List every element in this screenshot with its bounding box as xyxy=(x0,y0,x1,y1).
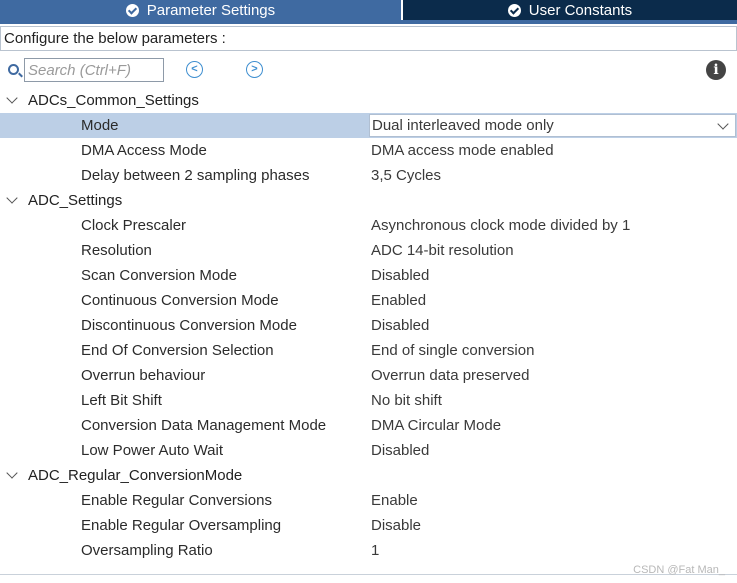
group-adcs-common-settings[interactable]: ADCs_Common_Settings xyxy=(0,88,737,113)
tab-label: User Constants xyxy=(528,1,633,19)
param-value: Disabled xyxy=(371,267,430,284)
param-row-oversampling-ratio[interactable]: Oversampling Ratio 1 xyxy=(0,538,737,563)
param-value: Enabled xyxy=(371,292,427,309)
param-value: Disabled xyxy=(371,317,430,334)
search-icon xyxy=(8,64,19,75)
param-value: Overrun data preserved xyxy=(371,367,530,384)
param-value: 1 xyxy=(371,542,380,559)
group-label: ADCs_Common_Settings xyxy=(28,92,199,109)
previous-result-icon[interactable]: < xyxy=(186,61,203,78)
param-row-scan-conversion[interactable]: Scan Conversion Mode Disabled xyxy=(0,263,737,288)
param-row-delay-sampling[interactable]: Delay between 2 sampling phases 3,5 Cycl… xyxy=(0,163,737,188)
param-value: Dual interleaved mode only xyxy=(372,117,554,134)
param-name: Low Power Auto Wait xyxy=(81,442,224,459)
param-row-clock-prescaler[interactable]: Clock Prescaler Asynchronous clock mode … xyxy=(0,213,737,238)
param-row-discontinuous-conversion[interactable]: Discontinuous Conversion Mode Disabled xyxy=(0,313,737,338)
tab-parameter-settings[interactable]: Parameter Settings xyxy=(0,0,401,20)
param-value: Asynchronous clock mode divided by 1 xyxy=(371,217,631,234)
param-name: Scan Conversion Mode xyxy=(81,267,237,284)
tab-label: Parameter Settings xyxy=(146,1,276,19)
param-row-continuous-conversion[interactable]: Continuous Conversion Mode Enabled xyxy=(0,288,737,313)
param-row-dma-access-mode[interactable]: DMA Access Mode DMA access mode enabled xyxy=(0,138,737,163)
param-value: Disabled xyxy=(371,442,430,459)
param-name: Mode xyxy=(81,117,119,134)
configure-label: Configure the below parameters : xyxy=(0,26,737,51)
param-value: DMA Circular Mode xyxy=(371,417,502,434)
chevron-down-icon[interactable] xyxy=(717,118,729,130)
param-name: Overrun behaviour xyxy=(81,367,206,384)
param-value: ADC 14-bit resolution xyxy=(371,242,514,259)
tab-underline xyxy=(0,20,737,24)
param-value: 3,5 Cycles xyxy=(371,167,442,184)
group-adc-settings[interactable]: ADC_Settings xyxy=(0,188,737,213)
param-name: Enable Regular Conversions xyxy=(81,492,272,509)
param-value: Enable xyxy=(371,492,418,509)
group-label: ADC_Settings xyxy=(28,192,123,209)
search-input[interactable] xyxy=(24,58,164,82)
param-name: End Of Conversion Selection xyxy=(81,342,274,359)
param-name: Left Bit Shift xyxy=(81,392,162,409)
parameter-tree: ADCs_Common_Settings Mode Dual interleav… xyxy=(0,88,737,563)
param-row-enable-regular-oversampling[interactable]: Enable Regular Oversampling Disable xyxy=(0,513,737,538)
watermark: CSDN @Fat Man_ xyxy=(633,564,725,576)
param-value: Disable xyxy=(371,517,422,534)
param-row-overrun-behaviour[interactable]: Overrun behaviour Overrun data preserved xyxy=(0,363,737,388)
search-toolbar: < > i xyxy=(0,56,737,84)
param-name: Oversampling Ratio xyxy=(81,542,213,559)
param-name: Enable Regular Oversampling xyxy=(81,517,282,534)
tab-user-constants[interactable]: User Constants xyxy=(402,0,737,20)
param-name: Discontinuous Conversion Mode xyxy=(81,317,297,334)
group-label: ADC_Regular_ConversionMode xyxy=(28,467,243,484)
chevron-down-icon[interactable] xyxy=(6,467,18,479)
check-circle-icon xyxy=(125,3,139,17)
param-row-mode[interactable]: Mode Dual interleaved mode only xyxy=(0,113,737,138)
param-row-low-power-auto-wait[interactable]: Low Power Auto Wait Disabled xyxy=(0,438,737,463)
param-row-end-of-conversion[interactable]: End Of Conversion Selection End of singl… xyxy=(0,338,737,363)
mode-select[interactable]: Dual interleaved mode only xyxy=(369,114,736,137)
param-value: No bit shift xyxy=(371,392,442,409)
param-value: DMA access mode enabled xyxy=(371,142,554,159)
param-name: Clock Prescaler xyxy=(81,217,187,234)
bottom-divider xyxy=(0,574,737,575)
param-row-conversion-data-management[interactable]: Conversion Data Management Mode DMA Circ… xyxy=(0,413,737,438)
param-name: Conversion Data Management Mode xyxy=(81,417,327,434)
check-circle-icon xyxy=(507,3,521,17)
param-row-resolution[interactable]: Resolution ADC 14-bit resolution xyxy=(0,238,737,263)
info-icon[interactable]: i xyxy=(706,60,726,80)
next-result-icon[interactable]: > xyxy=(246,61,263,78)
param-name: Delay between 2 sampling phases xyxy=(81,167,310,184)
param-name: Continuous Conversion Mode xyxy=(81,292,279,309)
param-value: End of single conversion xyxy=(371,342,535,359)
param-row-enable-regular-conversions[interactable]: Enable Regular Conversions Enable xyxy=(0,488,737,513)
chevron-down-icon[interactable] xyxy=(6,192,18,204)
param-name: DMA Access Mode xyxy=(81,142,207,159)
tab-bar: Parameter Settings User Constants xyxy=(0,0,737,20)
param-row-left-bit-shift[interactable]: Left Bit Shift No bit shift xyxy=(0,388,737,413)
group-adc-regular-conversion-mode[interactable]: ADC_Regular_ConversionMode xyxy=(0,463,737,488)
chevron-down-icon[interactable] xyxy=(6,92,18,104)
param-name: Resolution xyxy=(81,242,152,259)
